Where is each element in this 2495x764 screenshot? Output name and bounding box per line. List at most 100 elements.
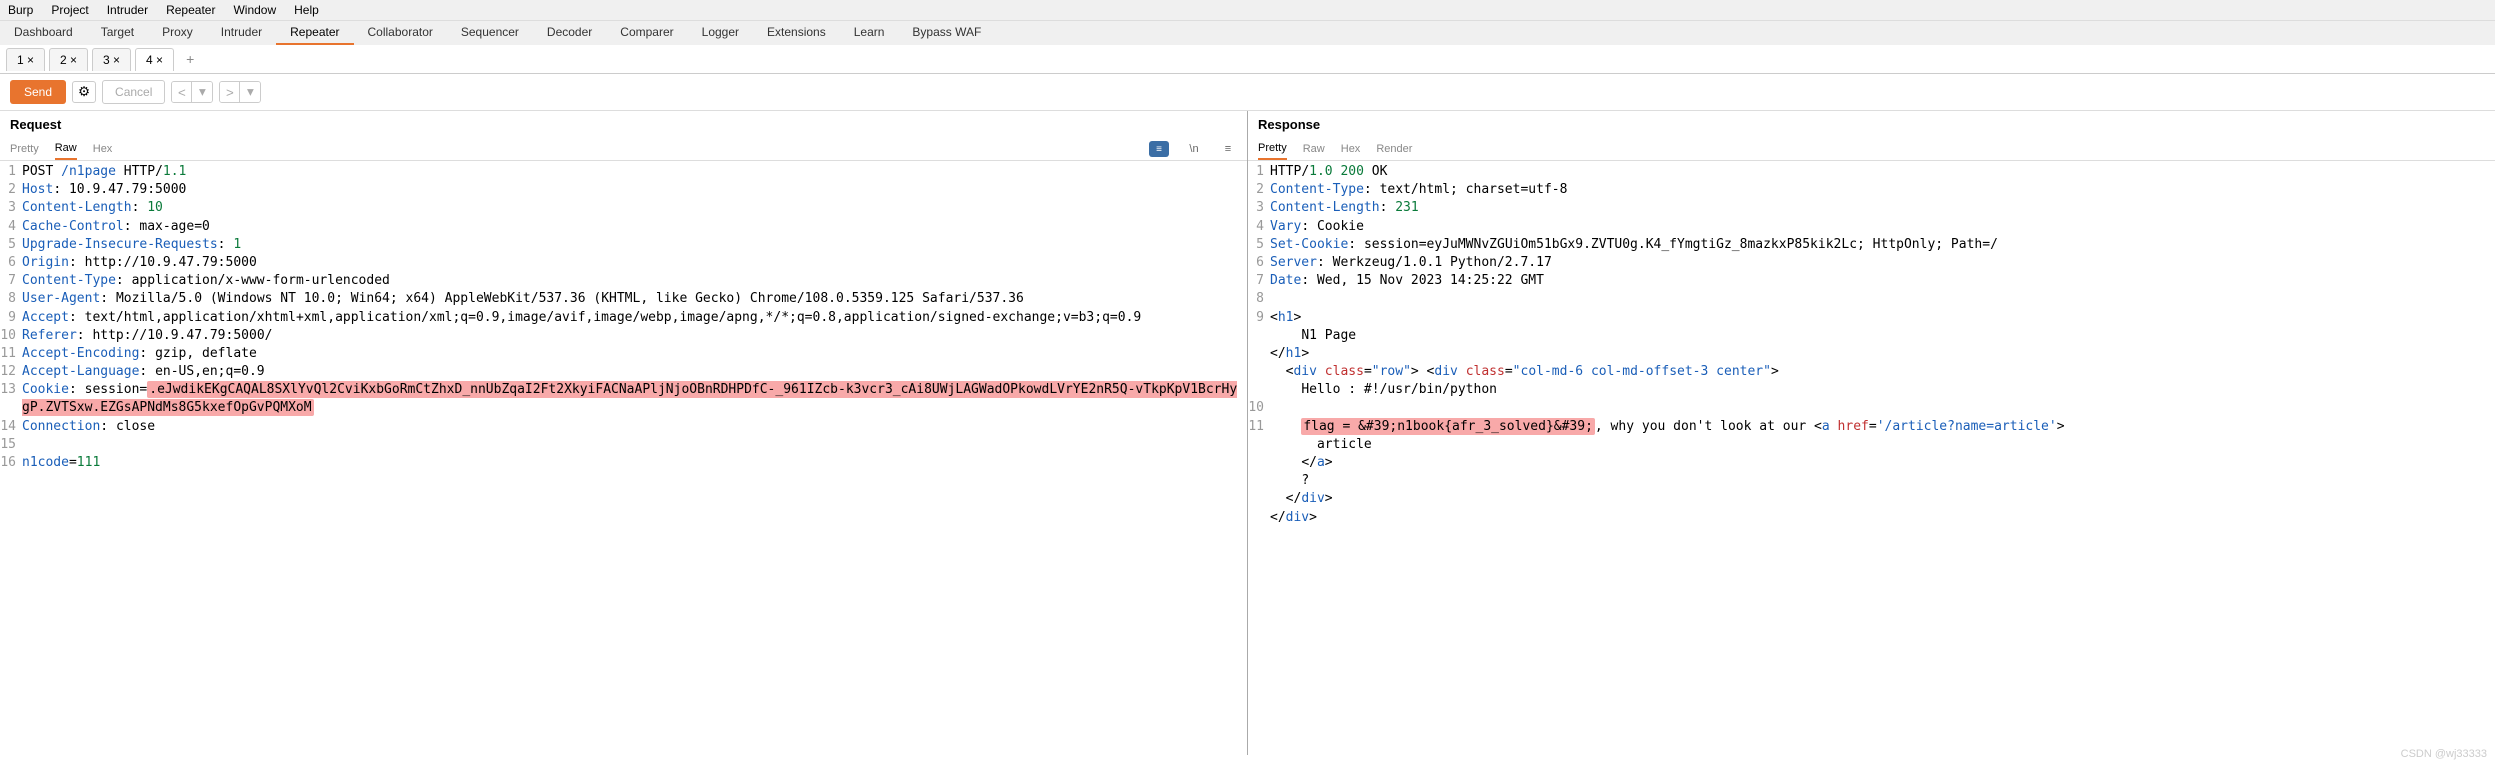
response-pane: Response Pretty Raw Hex Render 1HTTP/1.0 20… [1248,111,2495,755]
tab-collaborator[interactable]: Collaborator [354,21,447,45]
tab-logger[interactable]: Logger [688,21,753,45]
nav-back-group: < ▾ [171,81,213,103]
code-content[interactable]: Connection: close [22,418,1247,436]
request-pane: Request PrettyRawHex ≡ \n ≡ 1POST /n1pag… [0,111,1248,755]
code-content[interactable]: </div> [1270,490,2495,508]
cancel-button[interactable]: Cancel [102,80,165,104]
tab-target[interactable]: Target [87,21,148,45]
view-tab-render[interactable]: Render [1376,139,1412,159]
line-number: 4 [1248,218,1270,236]
tab-sequencer[interactable]: Sequencer [447,21,533,45]
line-number: 1 [0,163,22,181]
response-title: Response [1248,111,2495,138]
code-content[interactable]: Upgrade-Insecure-Requests: 1 [22,236,1247,254]
code-content[interactable]: ? [1270,472,2495,490]
newline-icon[interactable]: \n [1185,140,1203,158]
menu-window[interactable]: Window [233,3,276,17]
nav-forward-button[interactable]: > [220,82,240,102]
line-number: 12 [0,363,22,381]
code-content[interactable]: Content-Type: application/x-www-form-url… [22,272,1247,290]
code-content[interactable]: HTTP/1.0 200 OK [1270,163,2495,181]
add-tab-button[interactable]: + [178,47,202,71]
request-editor[interactable]: 1POST /n1page HTTP/1.12Host: 10.9.47.79:… [0,161,1247,755]
code-content[interactable]: Date: Wed, 15 Nov 2023 14:25:22 GMT [1270,272,2495,290]
code-content[interactable]: Accept-Language: en-US,en;q=0.9 [22,363,1247,381]
code-content[interactable]: </div> [1270,509,2495,527]
tab-dashboard[interactable]: Dashboard [0,21,87,45]
code-content[interactable]: Referer: http://10.9.47.79:5000/ [22,327,1247,345]
code-content[interactable]: Content-Length: 10 [22,199,1247,217]
nav-forward-dropdown[interactable]: ▾ [240,82,260,102]
line-number: 6 [1248,254,1270,272]
menu-project[interactable]: Project [51,3,88,17]
view-tab-raw[interactable]: Raw [55,138,77,160]
menu-burp[interactable]: Burp [8,3,33,17]
code-content[interactable]: Origin: http://10.9.47.79:5000 [22,254,1247,272]
code-content[interactable]: Content-Length: 231 [1270,199,2495,217]
code-content[interactable]: Host: 10.9.47.79:5000 [22,181,1247,199]
request-view-tabs: Pretty Raw Hex ≡ \n ≡ [0,138,1247,161]
tab-decoder[interactable]: Decoder [533,21,606,45]
subtab[interactable]: 3 × [92,48,131,71]
tab-learn[interactable]: Learn [840,21,899,45]
send-button[interactable]: Send [10,80,66,104]
subtab[interactable]: 2 × [49,48,88,71]
view-tab-hex[interactable]: Hex [93,139,113,159]
code-content[interactable]: POST /n1page HTTP/1.1 [22,163,1247,181]
line-number: 11 [1248,418,1270,436]
tab-repeater[interactable]: Repeater [276,21,353,45]
code-content[interactable]: Hello : #!/usr/bin/python [1270,381,2495,399]
code-content[interactable]: </h1> [1270,345,2495,363]
line-number: 5 [1248,236,1270,254]
code-line: 11 flag = &#39;n1book{afr_3_solved}&#39;… [1248,418,2495,436]
view-tab-pretty[interactable]: Pretty [10,139,39,159]
code-content[interactable]: Server: Werkzeug/1.0.1 Python/2.7.17 [1270,254,2495,272]
code-content[interactable]: Cache-Control: max-age=0 [22,218,1247,236]
panes-container: Request PrettyRawHex ≡ \n ≡ 1POST /n1pag… [0,111,2495,755]
menu-intruder[interactable]: Intruder [107,3,148,17]
settings-button[interactable]: ⚙ [72,81,96,103]
hamburger-icon[interactable]: ≡ [1219,140,1237,158]
code-content[interactable]: Accept: text/html,application/xhtml+xml,… [22,309,1247,327]
code-content[interactable]: Cookie: session=.eJwdikEKgCAQAL8SXlYvQl2… [22,381,1247,417]
line-number: 7 [1248,272,1270,290]
tab-bypass-waf[interactable]: Bypass WAF [898,21,995,45]
tab-extensions[interactable]: Extensions [753,21,840,45]
nav-back-dropdown[interactable]: ▾ [192,82,212,102]
code-line: 10Referer: http://10.9.47.79:5000/ [0,327,1247,345]
code-content[interactable]: N1 Page [1270,327,2495,345]
watermark: CSDN @wj33333 [2401,748,2487,760]
code-content[interactable]: article [1270,436,2495,454]
subtab[interactable]: 1 × [6,48,45,71]
code-content[interactable]: n1code=111 [22,454,1247,472]
view-tab-pretty[interactable]: Pretty [1258,138,1287,160]
menu-repeater[interactable]: Repeater [166,3,215,17]
tab-proxy[interactable]: Proxy [148,21,207,45]
code-line: 14Connection: close [0,418,1247,436]
code-line: </div> [1248,490,2495,508]
code-content[interactable]: User-Agent: Mozilla/5.0 (Windows NT 10.0… [22,290,1247,308]
code-content[interactable]: <h1> [1270,309,2495,327]
inspector-icon[interactable]: ≡ [1149,141,1169,157]
code-content[interactable]: Vary: Cookie [1270,218,2495,236]
code-content[interactable]: </a> [1270,454,2495,472]
tab-intruder[interactable]: Intruder [207,21,276,45]
menu-help[interactable]: Help [294,3,319,17]
view-tab-raw[interactable]: Raw [1303,139,1325,159]
code-content[interactable]: Set-Cookie: session=eyJuMWNvZGUiOm51bGx9… [1270,236,2495,254]
nav-back-button[interactable]: < [172,82,192,102]
line-number: 15 [0,436,22,454]
tab-comparer[interactable]: Comparer [606,21,687,45]
response-editor[interactable]: 1HTTP/1.0 200 OK2Content-Type: text/html… [1248,161,2495,755]
code-line: </h1> [1248,345,2495,363]
code-content[interactable]: <div class="row"> <div class="col-md-6 c… [1270,363,2495,381]
subtab[interactable]: 4 × [135,48,174,71]
code-content[interactable]: Content-Type: text/html; charset=utf-8 [1270,181,2495,199]
code-line: 13Cookie: session=.eJwdikEKgCAQAL8SXlYvQ… [0,381,1247,417]
view-tab-hex[interactable]: Hex [1341,139,1361,159]
code-content[interactable]: Accept-Encoding: gzip, deflate [22,345,1247,363]
code-content[interactable]: flag = &#39;n1book{afr_3_solved}&#39;, w… [1270,418,2495,436]
code-line: 7Content-Type: application/x-www-form-ur… [0,272,1247,290]
line-number: 16 [0,454,22,472]
code-line: 15 [0,436,1247,454]
